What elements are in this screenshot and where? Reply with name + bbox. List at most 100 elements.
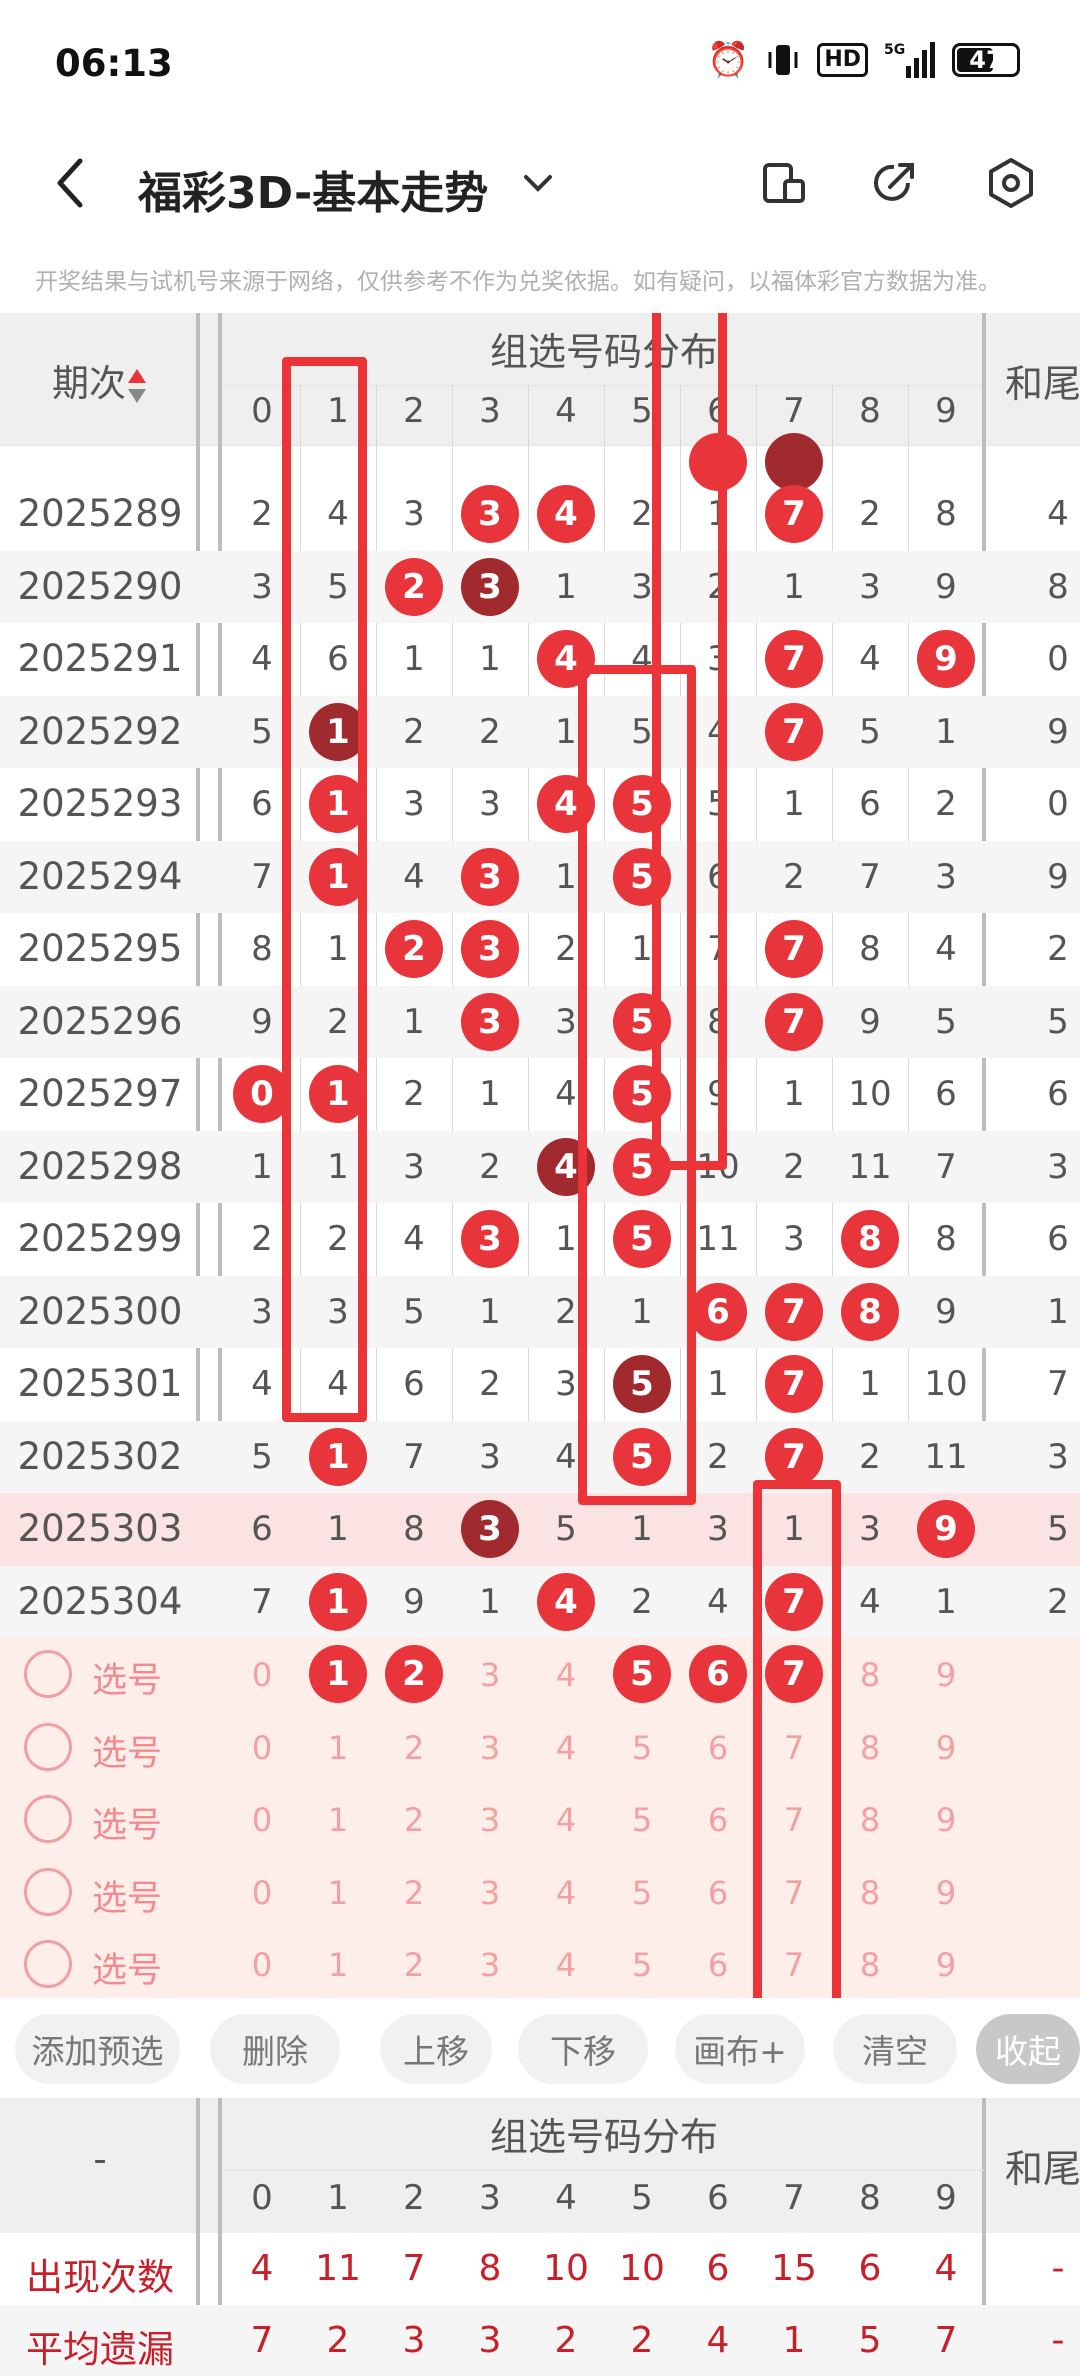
toolbar-button[interactable]: 删除: [210, 2014, 340, 2084]
pick-digit[interactable]: 8: [832, 1656, 908, 1694]
radio-circle-icon[interactable]: [24, 1940, 72, 1988]
period-cell[interactable]: 2025301: [0, 1362, 200, 1405]
period-cell[interactable]: 2025297: [0, 1072, 200, 1115]
pick-digit[interactable]: 9: [908, 1729, 984, 1767]
pick-digit[interactable]: 2: [376, 1874, 452, 1912]
settings-icon[interactable]: [983, 155, 1039, 211]
pick-row-toggle[interactable]: 选号: [0, 1711, 200, 1784]
pick-digit[interactable]: 0: [224, 1801, 300, 1839]
radio-circle-icon[interactable]: [24, 1650, 72, 1698]
share-icon[interactable]: [866, 155, 922, 211]
period-cell[interactable]: 2025302: [0, 1435, 200, 1478]
pick-digit[interactable]: 9: [908, 1874, 984, 1912]
collapse-button[interactable]: 收起: [976, 2014, 1080, 2084]
period-cell[interactable]: 2025296: [0, 1000, 200, 1043]
pick-digit[interactable]: 3: [452, 1801, 528, 1839]
pick-digit[interactable]: 1: [300, 1729, 376, 1767]
pick-row-toggle[interactable]: 选号: [0, 1783, 200, 1856]
pick-digit[interactable]: 5: [604, 1801, 680, 1839]
toolbar-button[interactable]: 下移: [518, 2014, 648, 2084]
pick-digit[interactable]: 5: [604, 1946, 680, 1984]
miss-count: 1: [859, 1364, 881, 1404]
pick-digit[interactable]: 2: [376, 1946, 452, 1984]
pick-digit[interactable]: 1: [300, 1801, 376, 1839]
pick-digit[interactable]: 0: [224, 1946, 300, 1984]
pick-ball[interactable]: 5: [613, 1645, 671, 1703]
pick-digit[interactable]: 2: [376, 1801, 452, 1839]
status-time: 06:13: [55, 42, 173, 85]
chevron-down-icon[interactable]: [520, 165, 556, 201]
digit-header: 3: [479, 391, 501, 431]
pick-digit[interactable]: 8: [832, 1874, 908, 1912]
pick-row-toggle[interactable]: 选号: [0, 1928, 200, 1998]
pick-digit[interactable]: 3: [452, 1729, 528, 1767]
pick-digit[interactable]: 4: [528, 1874, 604, 1912]
pick-digit[interactable]: 4: [528, 1946, 604, 1984]
pick-digit[interactable]: 0: [224, 1874, 300, 1912]
miss-count: 4: [403, 856, 425, 897]
period-cell[interactable]: 2025289: [0, 492, 200, 535]
pick-ball[interactable]: 1: [309, 1645, 367, 1703]
period-cell[interactable]: 2025293: [0, 782, 200, 825]
pick-digit[interactable]: 3: [452, 1656, 528, 1694]
pick-digit[interactable]: 8: [832, 1729, 908, 1767]
period-cell[interactable]: 2025290: [0, 565, 200, 608]
period-cell[interactable]: 2025299: [0, 1217, 200, 1260]
pick-digit[interactable]: 9: [908, 1656, 984, 1694]
sort-icon[interactable]: [126, 362, 148, 405]
pick-digit[interactable]: 6: [680, 1729, 756, 1767]
layout-switch-icon[interactable]: [755, 155, 811, 211]
pick-digit[interactable]: 3: [452, 1946, 528, 1984]
period-cell[interactable]: 2025300: [0, 1290, 200, 1333]
pick-digit[interactable]: 2: [376, 1729, 452, 1767]
trend-table[interactable]: 期次 组选号码分布 和尾 0 1 2 3 4 5 6 7 8 9 2025289 2 4 3 3 4 2 1 7 2 8 4 20…: [0, 313, 1080, 1998]
stat-value: 11: [315, 2248, 361, 2289]
stat-value: 10: [619, 2248, 665, 2289]
miss-count: 1: [935, 1581, 957, 1622]
pick-digit[interactable]: 4: [528, 1656, 604, 1694]
pick-digit[interactable]: 4: [528, 1729, 604, 1767]
radio-circle-icon[interactable]: [24, 1722, 72, 1771]
pick-digit[interactable]: 6: [680, 1801, 756, 1839]
pick-digit[interactable]: 1: [300, 1874, 376, 1912]
pick-ball[interactable]: 2: [385, 1645, 443, 1703]
period-header[interactable]: 期次: [0, 353, 200, 407]
pick-digit[interactable]: 8: [832, 1801, 908, 1839]
pick-ball[interactable]: 6: [689, 1645, 747, 1703]
toolbar-button[interactable]: 添加预选: [15, 2014, 180, 2084]
pick-digit[interactable]: 1: [300, 1946, 376, 1984]
period-cell[interactable]: 2025291: [0, 637, 200, 680]
period-cell[interactable]: 2025298: [0, 1145, 200, 1188]
period-cell[interactable]: 2025292: [0, 710, 200, 753]
pick-digit[interactable]: 5: [604, 1874, 680, 1912]
radio-circle-icon[interactable]: [24, 1867, 72, 1916]
page-title[interactable]: 福彩3D-基本走势: [138, 157, 488, 221]
pick-digit[interactable]: 3: [452, 1874, 528, 1912]
pick-digit[interactable]: 9: [908, 1946, 984, 1984]
pick-digit[interactable]: 6: [680, 1874, 756, 1912]
radio-circle-icon[interactable]: [24, 1795, 72, 1843]
pick-digit[interactable]: 6: [680, 1946, 756, 1984]
back-arrow-icon[interactable]: [50, 153, 90, 213]
pick-digit[interactable]: 9: [908, 1801, 984, 1839]
miss-count: 2: [859, 1436, 881, 1477]
toolbar-button[interactable]: 清空: [833, 2014, 957, 2084]
pick-digit[interactable]: 8: [832, 1946, 908, 1984]
period-cell[interactable]: 2025295: [0, 927, 200, 970]
pick-digit[interactable]: 0: [224, 1656, 300, 1694]
period-cell[interactable]: 2025303: [0, 1507, 200, 1550]
miss-count: 5: [859, 711, 881, 752]
pick-row-toggle[interactable]: 选号: [0, 1638, 200, 1711]
draw-ball: 2: [385, 557, 443, 616]
miss-count: 6: [935, 1074, 957, 1114]
period-cell[interactable]: 2025304: [0, 1580, 200, 1623]
toolbar-button[interactable]: 上移: [380, 2014, 492, 2084]
miss-count: 3: [479, 784, 501, 824]
miss-count: 3: [403, 494, 425, 534]
pick-digit[interactable]: 4: [528, 1801, 604, 1839]
period-cell[interactable]: 2025294: [0, 855, 200, 898]
pick-digit[interactable]: 0: [224, 1729, 300, 1767]
pick-row-toggle[interactable]: 选号: [0, 1856, 200, 1929]
pick-digit[interactable]: 5: [604, 1729, 680, 1767]
toolbar-button[interactable]: 画布+: [675, 2014, 805, 2084]
